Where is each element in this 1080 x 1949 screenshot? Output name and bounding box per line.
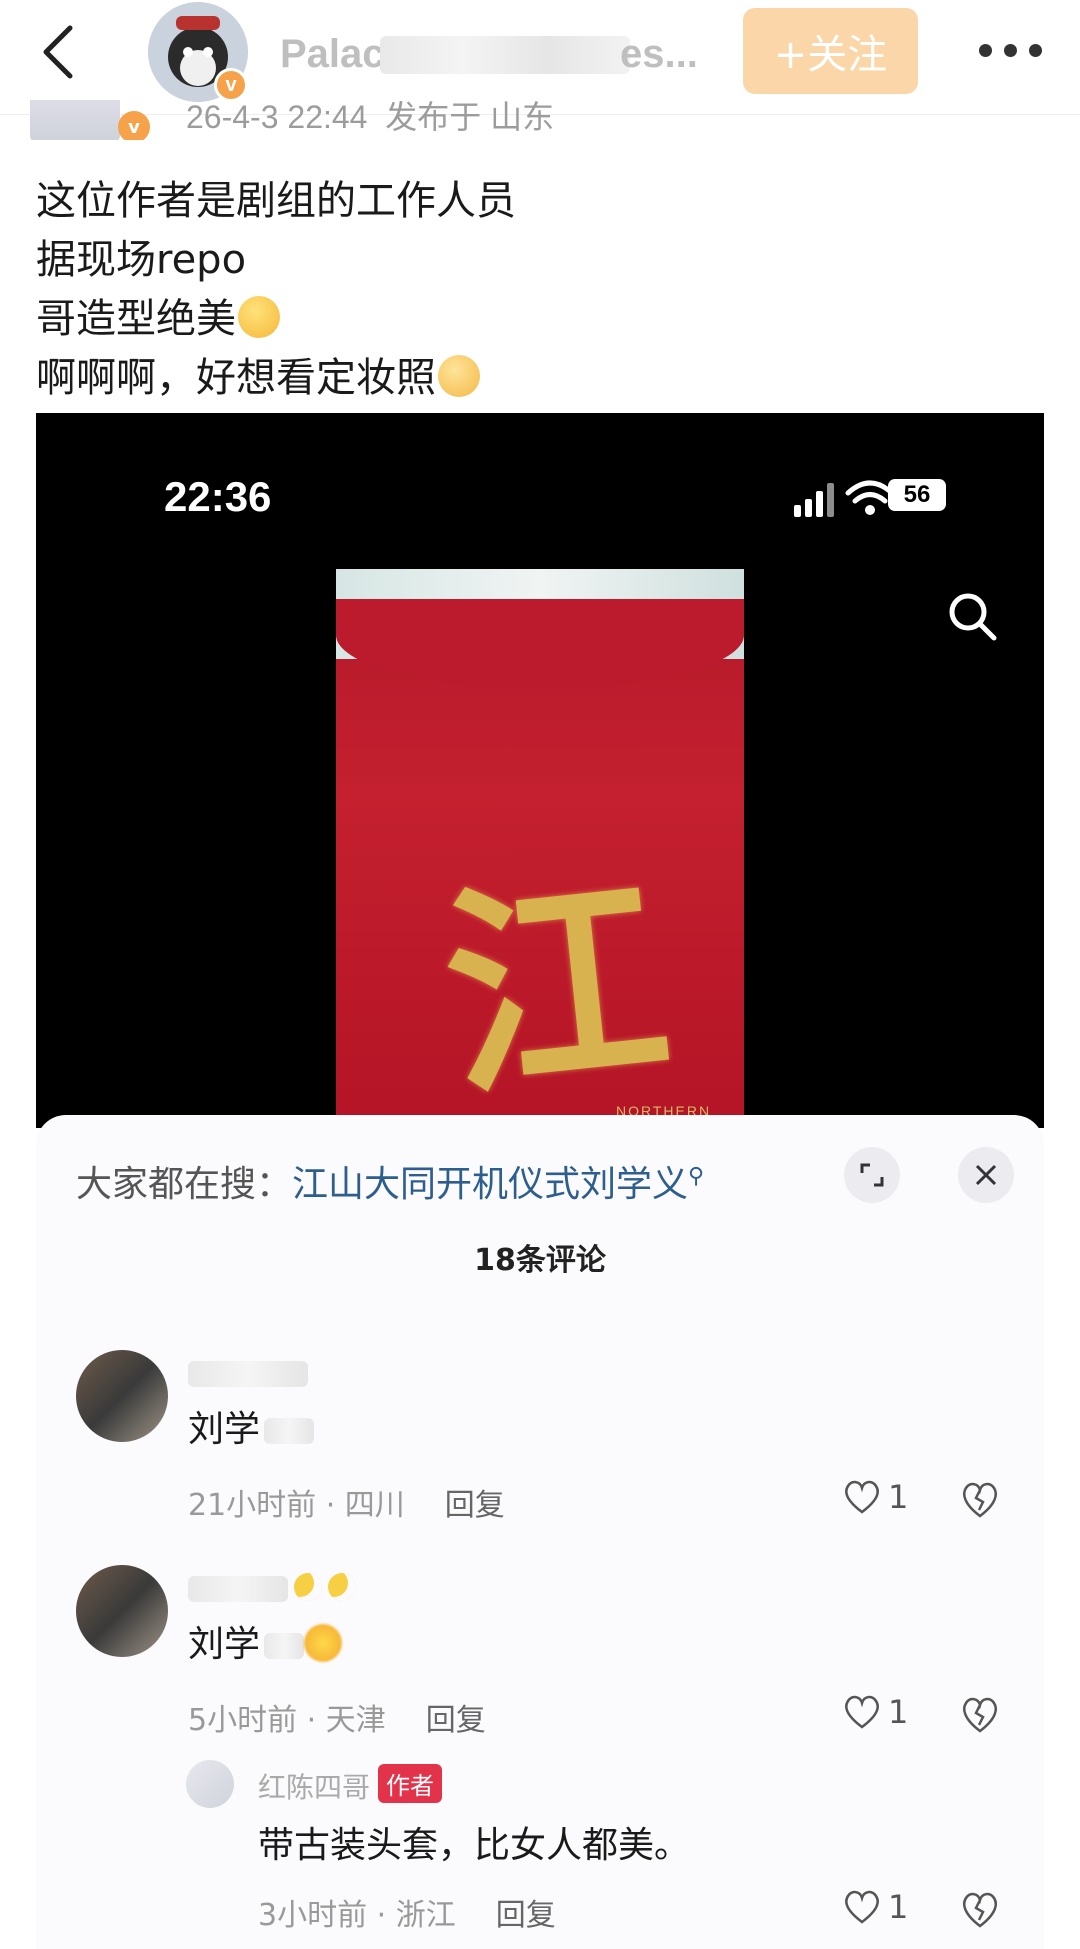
verified-badge-icon: v [118,111,150,140]
blurred-username-segment [380,36,630,74]
back-icon[interactable] [36,22,84,82]
heart-icon [845,1890,879,1924]
post-body: 这位作者是剧组的工作人员 据现场repo 哥造型绝美 啊啊啊，好想看定妆照 [36,172,1036,408]
pleading-emoji-icon [438,355,480,397]
heart-icon [845,1695,879,1729]
star-eyes-emoji-icon [304,1624,343,1662]
moon-emoji-icon [294,1573,322,1601]
commenter-name[interactable] [188,1571,356,1604]
verified-badge-icon: v [214,68,248,102]
battery-indicator: 56 [888,479,946,511]
follow-button[interactable]: +关注 [743,8,918,94]
post-image[interactable]: 22:36 56 江山 NORTHERN [36,413,1044,1128]
like-button[interactable]: 1 [842,1888,908,1926]
search-small-icon: ⚲ [688,1164,705,1189]
moon-emoji-icon [328,1573,356,1601]
author-reply-avatar[interactable] [186,1760,234,1808]
reply-author-name[interactable]: 红陈四哥 作者 [258,1764,443,1806]
comment-text: 刘学 [188,1615,343,1667]
comment-panel: 大家都在搜：江山大同开机仪式刘学义⚲ 18条评论 刘学 21小时前 · 四川 回复… [36,1115,1044,1949]
close-icon[interactable] [958,1147,1014,1203]
comment-text: 刘学 [188,1400,315,1452]
comment-meta: 21小时前 · 四川 回复 [188,1488,505,1523]
broken-heart-icon[interactable] [958,1888,1002,1932]
like-button[interactable]: 1 [842,1478,908,1516]
like-count: 1 [888,1693,909,1731]
reply-meta: 3小时前 · 浙江 回复 [258,1898,556,1933]
meta-avatar [30,100,120,140]
reply-button[interactable]: 回复 [426,1703,486,1738]
reply-text: 带古装头套，比女人都美。 [258,1825,691,1866]
like-button[interactable]: 1 [842,1693,908,1731]
hot-search-bar[interactable]: 大家都在搜：江山大同开机仪式刘学义⚲ [76,1155,704,1207]
post-line: 这位作者是剧组的工作人员 [36,178,516,224]
broken-heart-icon[interactable] [958,1478,1002,1522]
author-tag: 作者 [378,1764,443,1803]
broken-heart-icon[interactable] [958,1693,1002,1737]
post-timestamp: 26-4-3 22:44 发布于 山东 [186,100,555,135]
more-options-icon[interactable] [960,30,1060,70]
post-line: 啊啊啊，好想看定妆照 [36,349,1036,408]
yum-emoji-icon [238,296,280,338]
comment-count: 18条评论 [474,1243,606,1278]
like-count: 1 [888,1478,909,1516]
commenter-name[interactable] [188,1356,308,1389]
expand-icon[interactable] [844,1147,900,1203]
signal-wifi-icon [794,480,895,517]
hot-search-label: 大家都在搜： [76,1164,293,1205]
commenter-avatar[interactable] [76,1565,168,1657]
heart-icon [845,1480,879,1514]
gold-calligraphy: 江山 [433,846,708,1128]
reply-button[interactable]: 回复 [445,1488,505,1523]
author-name-tail: es... [620,32,698,76]
like-count: 1 [888,1888,909,1926]
post-meta: v 26-4-3 22:44 发布于 山东 [0,100,1080,140]
screenshot-clock: 22:36 [164,473,272,520]
post-line: 哥造型绝美 [36,290,1036,349]
hot-search-link[interactable]: 江山大同开机仪式刘学义 [292,1164,688,1205]
search-icon[interactable] [944,588,1000,644]
post-line: 据现场repo [36,237,247,283]
comment-meta: 5小时前 · 天津 回复 [188,1703,486,1738]
commenter-avatar[interactable] [76,1350,168,1442]
top-bar: v Palac es... +关注 [0,0,1080,115]
reply-button[interactable]: 回复 [496,1898,556,1933]
